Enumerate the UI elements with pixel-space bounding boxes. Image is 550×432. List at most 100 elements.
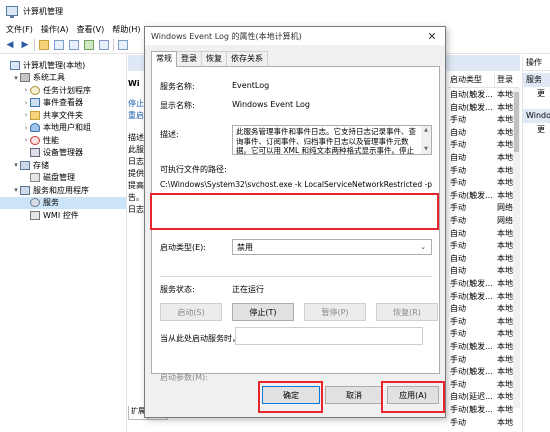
table-row[interactable]: 手动 本地 <box>450 114 519 127</box>
title-bar: 计算机管理 <box>0 0 550 22</box>
startup-type-cell: 手动(触发... <box>450 367 493 377</box>
tree-item[interactable]: › 事件查看器 <box>0 97 126 110</box>
table-row[interactable]: 手动 本地 <box>450 240 519 253</box>
refresh-icon[interactable] <box>83 39 95 51</box>
export-list-icon[interactable] <box>98 39 110 51</box>
close-icon[interactable]: ✕ <box>425 29 439 43</box>
start-button[interactable]: 启动(S) <box>160 303 222 321</box>
menu-action[interactable]: 操作(A) <box>41 24 69 35</box>
tree-item[interactable]: › 性能 <box>0 134 126 147</box>
startup-type-select[interactable]: 禁用 ⌄ <box>232 239 432 255</box>
expand-chevron-icon[interactable]: › <box>22 124 30 132</box>
tree-item[interactable]: 磁盘管理 <box>0 172 126 185</box>
actions-section-services[interactable]: 服务 <box>523 73 550 87</box>
table-row[interactable]: 手动(触发... 本地 <box>450 291 519 304</box>
tree-item-label: 事件查看器 <box>43 98 83 108</box>
table-row[interactable]: 手动 本地 <box>450 316 519 329</box>
table-row[interactable]: 手动(触发... 本地 <box>450 366 519 379</box>
table-row[interactable]: 手动 网络 <box>450 202 519 215</box>
list-vertical-scrollbar[interactable] <box>513 88 520 408</box>
description-scrollbar[interactable]: ▲ ▼ <box>421 126 431 154</box>
startup-type-cell: 手动(触发... <box>450 190 493 200</box>
cancel-button[interactable]: 取消 <box>325 386 383 404</box>
expand-chevron-icon[interactable]: ▾ <box>12 186 20 194</box>
table-row[interactable]: 自动(触发... 本地 <box>450 102 519 115</box>
expand-chevron-icon[interactable]: › <box>22 111 30 119</box>
table-row[interactable]: 手动 本地 <box>450 354 519 367</box>
table-row[interactable]: 手动(触发... 本地 <box>450 341 519 354</box>
table-row[interactable]: 自动(触发... 本地 <box>450 89 519 102</box>
actions-section-windows-event-log[interactable]: Windo <box>523 109 550 123</box>
tab-logon[interactable]: 登录 <box>176 51 202 66</box>
actions-more-2[interactable]: 更 <box>523 123 550 137</box>
tree-item[interactable]: › 本地用户和组 <box>0 122 126 135</box>
tree-item-label: 服务 <box>43 198 59 208</box>
properties-icon[interactable] <box>68 39 80 51</box>
up-folder-icon[interactable] <box>38 39 50 51</box>
table-row[interactable]: 手动 本地 <box>450 139 519 152</box>
computer-management-icon <box>6 6 18 18</box>
expand-chevron-icon[interactable]: › <box>22 86 30 94</box>
show-tree-icon[interactable] <box>53 39 65 51</box>
exe-path-label: 可执行文件的路径: <box>160 165 227 174</box>
menu-view[interactable]: 查看(V) <box>77 24 105 35</box>
tree-item[interactable]: ▾ 系统工具 <box>0 72 126 85</box>
scroll-down-icon[interactable]: ▼ <box>421 145 431 154</box>
tree-item[interactable]: 服务 <box>0 196 126 209</box>
actions-more-1[interactable]: 更 <box>523 87 550 101</box>
tab-recovery[interactable]: 恢复 <box>201 51 227 66</box>
service-name-value: EventLog <box>232 81 270 90</box>
startup-type-cell: 自动 <box>450 153 466 162</box>
table-row[interactable]: 手动 本地 <box>450 328 519 341</box>
start-params-input[interactable] <box>235 327 423 345</box>
table-row[interactable]: 手动(触发... 本地 <box>450 278 519 291</box>
table-row[interactable]: 自动(延迟... 本地 <box>450 391 519 404</box>
column-startup-type[interactable]: 启动类型 <box>447 74 494 87</box>
tab-general[interactable]: 常规 <box>151 51 177 67</box>
table-row[interactable]: 手动(触发... 本地 <box>450 404 519 417</box>
expand-chevron-icon[interactable]: ▾ <box>12 161 20 169</box>
help-icon[interactable] <box>117 39 129 51</box>
chevron-down-icon: ⌄ <box>420 243 426 251</box>
tree-item[interactable]: WMI 控件 <box>0 209 126 222</box>
table-row[interactable]: 自动 本地 <box>450 303 519 316</box>
disk-icon <box>30 173 40 183</box>
table-row[interactable]: 手动 本地 <box>450 177 519 190</box>
pause-button[interactable]: 暂停(P) <box>304 303 366 321</box>
startup-type-cell: 手动 <box>450 115 466 125</box>
tree-item[interactable]: 设备管理器 <box>0 147 126 160</box>
tree-item[interactable]: › 任务计划程序 <box>0 84 126 97</box>
startup-type-cell: 手动 <box>450 379 466 389</box>
resume-button[interactable]: 恢复(R) <box>376 303 438 321</box>
tree-item[interactable]: ▾ 服务和应用程序 <box>0 184 126 197</box>
table-row[interactable]: 自动 本地 <box>450 152 519 165</box>
scrollbar-thumb[interactable] <box>514 92 519 152</box>
tab-dependencies[interactable]: 依存关系 <box>226 51 268 66</box>
table-row[interactable]: 自动 本地 <box>450 228 519 241</box>
stop-button[interactable]: 停止(T) <box>232 303 294 321</box>
table-row[interactable]: 自动 本地 <box>450 253 519 266</box>
table-row[interactable]: 手动 本地 <box>450 165 519 178</box>
table-row[interactable]: 自动 本地 <box>450 265 519 278</box>
table-row[interactable]: 手动 本地 <box>450 379 519 392</box>
scroll-up-icon[interactable]: ▲ <box>421 126 431 135</box>
expand-chevron-icon[interactable]: › <box>22 136 30 144</box>
startup-type-cell: 自动 <box>450 266 466 276</box>
tree-item[interactable]: › 共享文件夹 <box>0 109 126 122</box>
description-textbox[interactable]: 此服务管理事件和事件日志。它支持日志记录事件、查询事件、订阅事件、归档事件日志以… <box>232 125 432 155</box>
column-logon[interactable]: 登录 <box>494 74 519 87</box>
menu-help[interactable]: 帮助(H) <box>112 24 140 35</box>
table-row[interactable]: 手动(触发... 本地 <box>450 190 519 203</box>
tree-item[interactable]: 计算机管理(本地) <box>0 59 126 72</box>
tree-item-label: 共享文件夹 <box>43 110 83 120</box>
table-row[interactable]: 手动 本地 <box>450 417 519 430</box>
table-row[interactable]: 自动 本地 <box>450 127 519 140</box>
back-arrow-icon[interactable]: ◀ <box>4 39 16 51</box>
expand-chevron-icon[interactable]: ▾ <box>12 74 20 82</box>
expand-chevron-icon[interactable]: › <box>22 99 30 107</box>
store-icon <box>20 160 30 170</box>
table-row[interactable]: 手动 网络 <box>450 215 519 228</box>
menu-file[interactable]: 文件(F) <box>6 24 33 35</box>
tree-item[interactable]: ▾ 存储 <box>0 159 126 172</box>
forward-arrow-icon[interactable]: ▶ <box>19 39 31 51</box>
